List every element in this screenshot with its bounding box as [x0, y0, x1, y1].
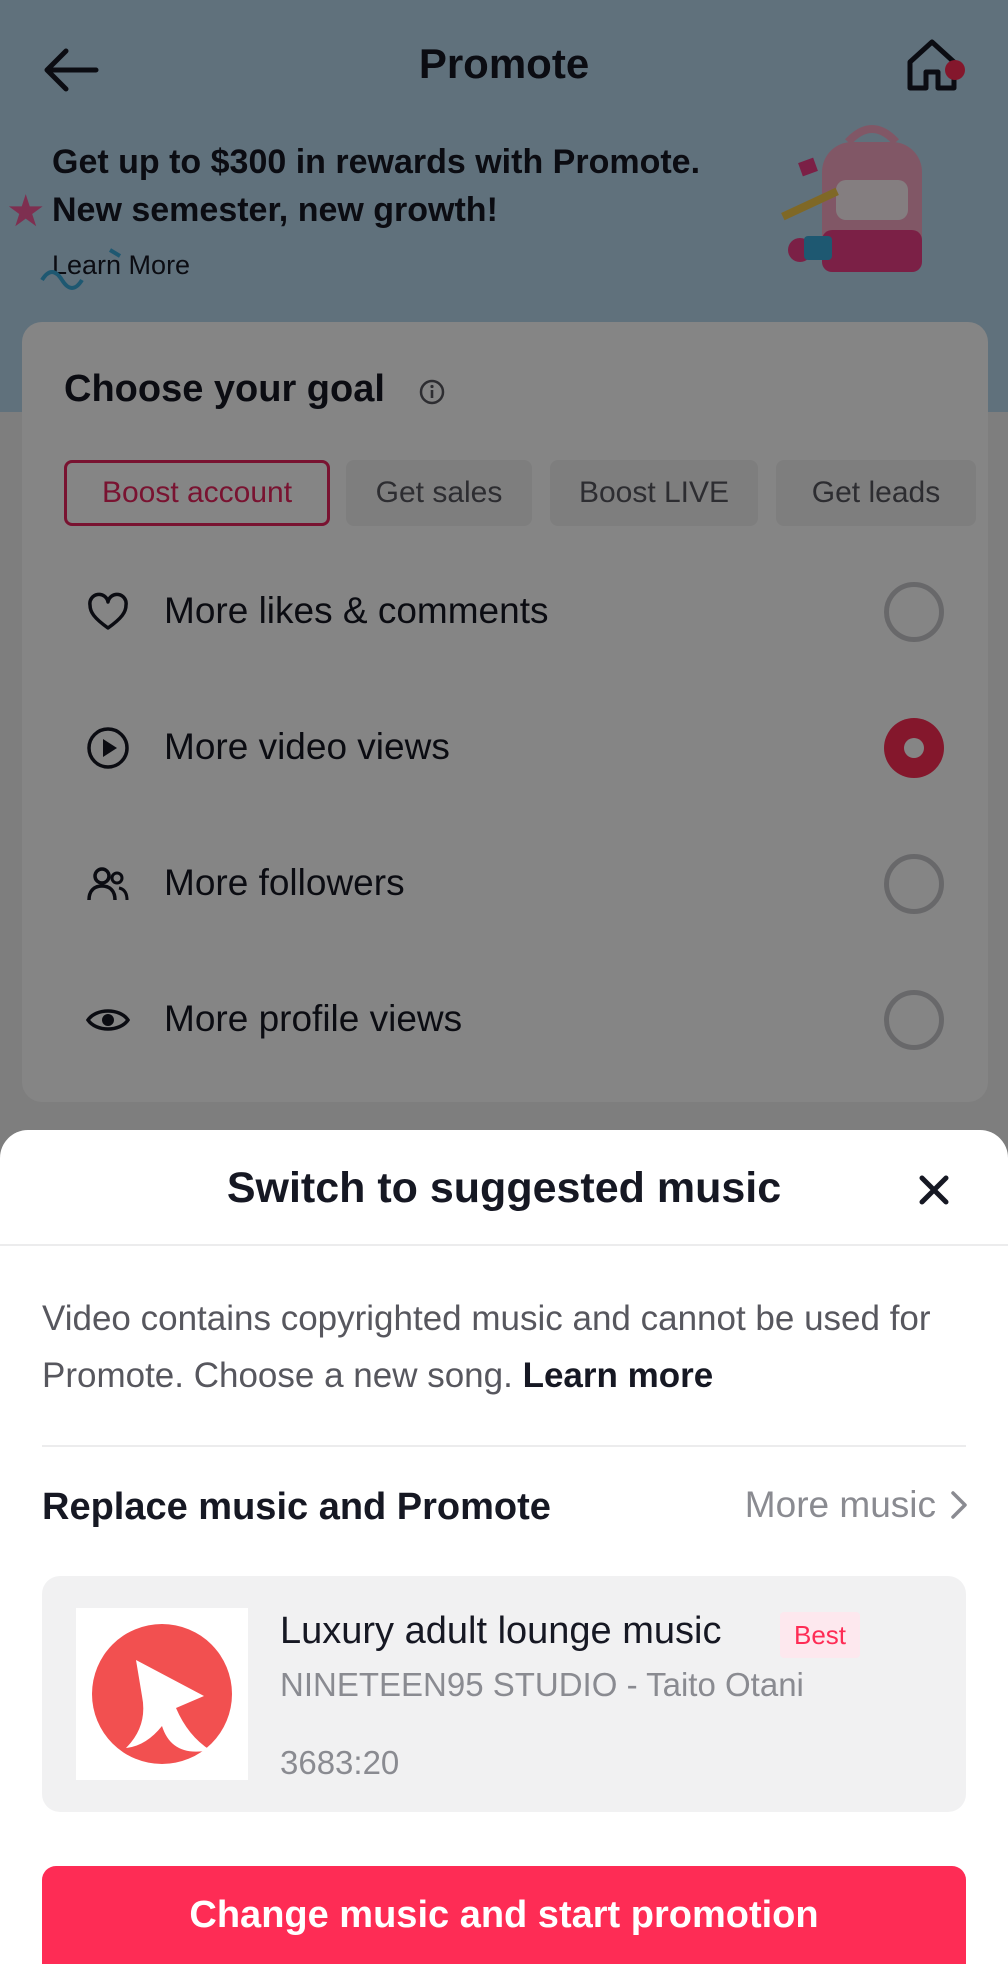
best-badge: Best — [780, 1612, 861, 1658]
album-cover — [76, 1608, 248, 1780]
album-art-icon — [92, 1624, 232, 1764]
chevron-right-icon — [951, 1491, 967, 1519]
copyright-notice-text: Video contains copyrighted music and can… — [42, 1299, 931, 1395]
more-music-label: More music — [744, 1484, 936, 1525]
more-music-button[interactable]: More music — [745, 1484, 968, 1526]
close-icon[interactable] — [910, 1166, 958, 1214]
section-divider — [42, 1445, 966, 1447]
sheet-title: Switch to suggested music — [226, 1164, 782, 1212]
song-artist: NINETEEN95 STUDIO - Taito Otani — [280, 1666, 804, 1703]
change-music-start-promotion-button[interactable]: Change music and start promotion — [42, 1866, 966, 1964]
replace-music-row: Replace music and Promote More music — [42, 1480, 972, 1540]
suggested-song-card[interactable]: Luxury adult lounge music Best NINETEEN9… — [42, 1576, 966, 1812]
song-title: Luxury adult lounge music — [280, 1610, 722, 1652]
learn-more-link[interactable]: Learn more — [523, 1356, 714, 1395]
sheet-header: Switch to suggested music — [0, 1130, 1008, 1246]
song-duration: 3683:20 — [280, 1744, 400, 1781]
copyright-notice: Video contains copyrighted music and can… — [42, 1290, 972, 1404]
suggested-music-sheet: Switch to suggested music Video contains… — [0, 1130, 1008, 1964]
replace-music-title: Replace music and Promote — [42, 1486, 551, 1528]
